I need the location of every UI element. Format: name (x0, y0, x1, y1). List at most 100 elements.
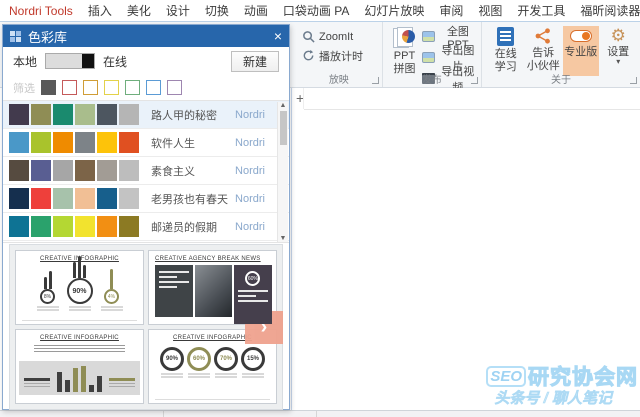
color-swatch (31, 104, 51, 125)
group-label-playback: 放映 (328, 75, 349, 86)
menu-tab-11[interactable]: 福昕阅读器 (580, 2, 640, 19)
template-thumbnail[interactable]: CREATIVE INFOGRAPHIC (15, 329, 144, 404)
menu-tab-0[interactable]: Nordri Tools (9, 4, 73, 18)
ppt-collage-label-1: PPT (393, 50, 416, 62)
menu-tab-5[interactable]: 动画 (244, 2, 268, 19)
color-filter-swatch[interactable] (146, 80, 161, 95)
ppt-collage-icon (393, 27, 416, 49)
watermark: SEO 研究协会网 头条号 / 聊人笔记 (486, 361, 638, 410)
color-swatch (119, 132, 139, 153)
color-filter-swatch[interactable] (62, 80, 77, 95)
local-online-toggle[interactable] (45, 53, 96, 69)
rehearse-timing-button[interactable]: 播放计时 (302, 47, 363, 64)
palette-author: Nordri (235, 136, 265, 149)
color-swatch (53, 104, 73, 125)
scrollbar[interactable]: ▲ ▼ (277, 102, 288, 242)
dialog-launcher-icon[interactable] (630, 77, 637, 84)
pro-version-button[interactable]: 专业版 (563, 26, 599, 76)
online-label: 在线 (103, 54, 128, 69)
dialog-launcher-icon[interactable] (371, 77, 379, 84)
ppt-collage-button[interactable]: PPT 拼图 (389, 26, 421, 76)
color-swatch (119, 160, 139, 181)
menu-tab-8[interactable]: 审阅 (439, 2, 463, 19)
scroll-down-icon[interactable]: ▼ (280, 235, 287, 242)
menu-tab-6[interactable]: 口袋动画 PA (283, 2, 349, 19)
color-swatch (53, 188, 73, 209)
color-swatch (75, 160, 95, 181)
color-swatch (119, 216, 139, 237)
menu-tab-10[interactable]: 开发工具 (517, 2, 565, 19)
pro-toggle-icon (569, 30, 592, 42)
dialog-launcher-icon[interactable] (471, 77, 478, 84)
watermark-title: 研究协会网 (528, 366, 638, 390)
menu-tab-2[interactable]: 美化 (127, 2, 151, 19)
zoomit-label: ZoomIt (319, 30, 354, 43)
slide-canvas: + SEO 研究协会网 头条号 / 聊人笔记 (291, 88, 640, 410)
menu-tab-4[interactable]: 切换 (205, 2, 229, 19)
status-bar (0, 410, 640, 417)
palette-row[interactable]: 路人甲的秘密 Nordri (3, 101, 289, 129)
thumb-title: CREATIVE AGENCY BREAK NEWS (155, 256, 261, 262)
online-learning-button[interactable]: 在线 学习 (488, 26, 524, 76)
full-image-ppt-icon (422, 31, 435, 42)
palette-row[interactable]: 老男孩也有春天 Nordri (3, 185, 289, 213)
new-palette-button[interactable]: 新建 (231, 50, 279, 72)
color-library-panel: 色彩库 × 本地 在线 新建 筛选 路人甲的秘密 Nordri 软件人生 Nordri… (2, 24, 290, 410)
color-filter-swatch[interactable] (125, 80, 140, 95)
online-learning-icon (497, 27, 515, 46)
panel-toolbar: 本地 在线 新建 (3, 47, 289, 75)
palette-swatches (9, 188, 141, 209)
color-filter-row: 筛选 (3, 75, 289, 101)
tell-friends-button[interactable]: 告诉 小伙伴 (526, 26, 562, 76)
watermark-subtitle: 头条号 / 聊人笔记 (494, 390, 612, 408)
menu-bar: Nordri Tools 插入 美化 设计 切换 动画 口袋动画 PA 幻灯片放映 审阅 视图 开发… (0, 0, 640, 22)
color-swatch (97, 216, 117, 237)
panel-title-bar[interactable]: 色彩库 × (3, 25, 289, 47)
template-thumbnail[interactable]: CREATIVE AGENCY BREAK NEWS 60% (148, 250, 277, 325)
divider (304, 109, 640, 110)
settings-button[interactable]: ⚙ 设置 ▾ (601, 26, 637, 76)
palette-swatches (9, 132, 141, 153)
export-image-icon (422, 52, 435, 63)
scroll-thumb[interactable] (279, 111, 287, 145)
scroll-up-icon[interactable]: ▲ (280, 102, 287, 109)
menu-tab-7[interactable]: 幻灯片放映 (364, 2, 424, 19)
color-swatch (9, 188, 29, 209)
palette-name: 邮递员的假期 (151, 221, 217, 234)
chevron-down-icon: ▾ (616, 56, 621, 66)
color-filter-swatch[interactable] (167, 80, 182, 95)
palette-row[interactable]: 软件人生 Nordri (3, 129, 289, 157)
color-filter-swatch[interactable] (83, 80, 98, 95)
palette-author: Nordri (235, 192, 265, 205)
group-label-about: 关于 (551, 75, 571, 86)
template-preview-area: CREATIVE INFOGRAPHIC 8% 90% 4% CREATIVE … (9, 244, 283, 410)
menu-tab-1[interactable]: 插入 (88, 2, 112, 19)
zoomit-button[interactable]: ZoomIt (302, 28, 353, 45)
rehearse-timing-label: 播放计时 (319, 50, 363, 63)
palette-swatches (9, 216, 141, 237)
palette-name: 软件人生 (151, 137, 195, 150)
color-filter-swatch[interactable] (41, 80, 56, 95)
color-swatch (97, 188, 117, 209)
palette-author: Nordri (235, 108, 265, 121)
ribbon-group-playback: ZoomIt 播放计时 放映 (296, 22, 383, 87)
color-swatch (119, 104, 139, 125)
menu-tab-3[interactable]: 设计 (166, 2, 190, 19)
color-filter-swatch[interactable] (104, 80, 119, 95)
close-icon[interactable]: × (274, 29, 282, 43)
palette-name: 素食主义 (151, 165, 195, 178)
palette-name: 老男孩也有春天 (151, 193, 228, 206)
color-swatch (9, 160, 29, 181)
color-swatch (97, 104, 117, 125)
palette-row[interactable]: 邮递员的假期 Nordri (3, 213, 289, 241)
palette-row[interactable]: 素食主义 Nordri (3, 157, 289, 185)
color-swatch (75, 104, 95, 125)
color-swatch (31, 216, 51, 237)
palette-grid-icon (10, 30, 21, 42)
divider (303, 88, 304, 109)
color-swatch (9, 104, 29, 125)
filter-swatches (41, 80, 182, 95)
menu-tab-9[interactable]: 视图 (478, 2, 502, 19)
template-thumbnail[interactable]: CREATIVE INFOGRAPHIC 8% 90% 4% (15, 250, 144, 325)
color-swatch (97, 160, 117, 181)
